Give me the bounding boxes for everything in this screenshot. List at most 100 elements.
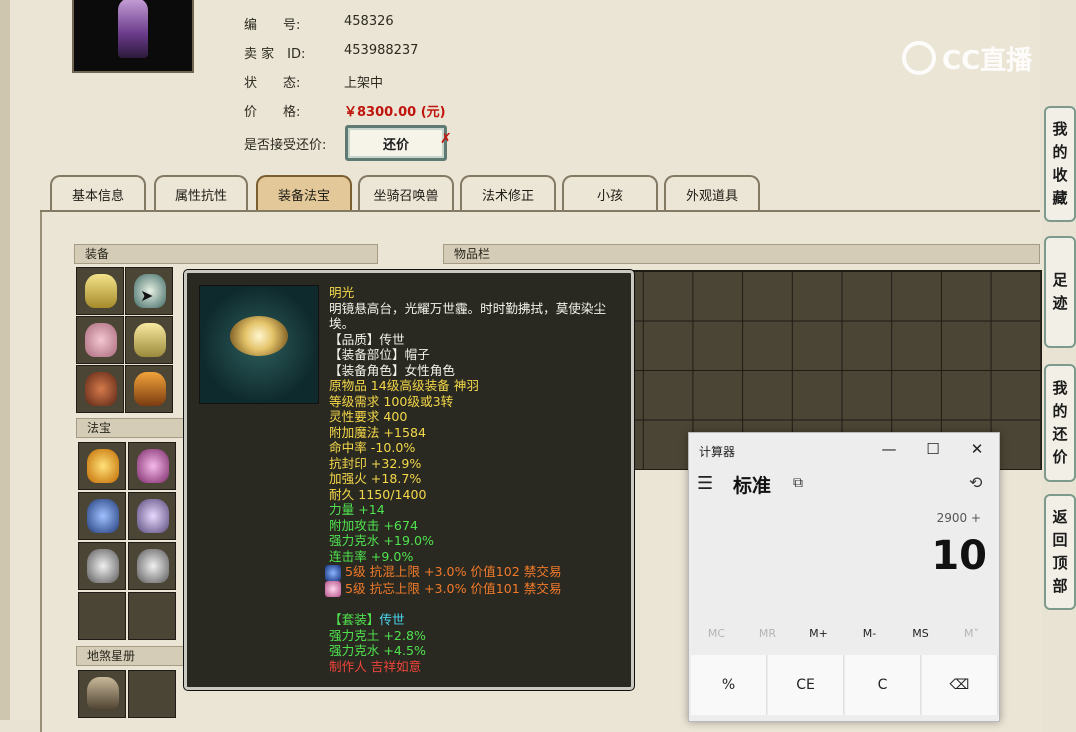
treasure-slot[interactable]	[78, 492, 126, 540]
listing-id-label: 编 号:	[244, 18, 301, 33]
history-icon[interactable]: ⟲	[969, 473, 982, 492]
equipment-slot[interactable]	[76, 365, 124, 413]
equipment-slot[interactable]	[76, 267, 124, 315]
item-level-req: 等级需求 100级或3转	[329, 393, 454, 409]
side-button-char: 藏	[1052, 189, 1068, 207]
close-button[interactable]: ✕	[957, 437, 997, 461]
counter-offer-disabled-icon: ✗	[440, 131, 452, 147]
character-portrait	[72, 0, 194, 73]
crown-ornament-icon	[230, 316, 288, 356]
clear-button[interactable]: C	[845, 655, 921, 715]
tooltip-text-block: 明光 明镜悬高台，光耀万世霾。时时勤拂拭，莫使染尘 埃。 【品质】传世 【装备部…	[325, 285, 629, 674]
tab-child[interactable]: 小孩	[562, 175, 658, 211]
item-quality: 【品质】传世	[329, 331, 405, 347]
memory-subtract-button[interactable]: M-	[844, 627, 895, 640]
necklace-item-icon	[85, 372, 117, 406]
equipment-slot[interactable]	[125, 316, 173, 364]
memory-clear-button[interactable]: MC	[691, 627, 742, 640]
item-tooltip: 明光 明镜悬高台，光耀万世霾。时时勤拂拭，莫使染尘 埃。 【品质】传世 【装备部…	[184, 270, 634, 690]
side-button-char: 顶	[1052, 554, 1068, 572]
status-value: 上架中	[344, 76, 384, 91]
tab-mounts-pets[interactable]: 坐骑召唤兽	[358, 175, 454, 211]
side-button-char: 我	[1052, 120, 1068, 138]
memory-add-button[interactable]: M+	[793, 627, 844, 640]
back-to-top-button[interactable]: 返回顶部	[1044, 494, 1076, 610]
watermark-text: CC直播	[942, 45, 1033, 76]
cc-live-watermark: CC直播	[902, 40, 1032, 76]
mouse-cursor-icon: ➤	[140, 286, 154, 305]
item-slot: 【装备部位】帽子	[329, 347, 430, 362]
tab-basic-info[interactable]: 基本信息	[50, 175, 146, 211]
bonus-stat-line: 力量 +14	[329, 502, 385, 517]
star-book-slot[interactable]	[78, 670, 126, 718]
item-spirit-req: 灵性要求 400	[329, 409, 408, 424]
treasure-slot[interactable]	[78, 592, 126, 640]
hamburger-menu-icon[interactable]: ☰	[697, 473, 719, 494]
clear-entry-button[interactable]: CE	[768, 655, 844, 715]
side-button-char: 回	[1052, 531, 1068, 549]
listing-id-value: 458326	[344, 14, 394, 29]
calculator-display: 10	[931, 533, 987, 579]
price-label: 价 格:	[244, 105, 301, 120]
treasure-section-header: 法宝	[76, 418, 186, 438]
treasure-grid	[78, 442, 182, 642]
side-button-char: 的	[1052, 143, 1068, 161]
calculator-window: 计算器 — ☐ ✕ ☰ 标准 ⧉ ⟲ 2900 + 10 MC MR M+ M-…	[688, 432, 1000, 722]
item-origin: 原物品 14级高级装备 神羽	[329, 378, 479, 393]
side-button-char: 足	[1052, 271, 1068, 289]
sash-item-icon	[85, 323, 117, 357]
side-button-char: 收	[1052, 166, 1068, 184]
tab-equipment[interactable]: 装备法宝	[256, 175, 352, 211]
dress-item-icon	[134, 323, 166, 357]
bonus-stat-line: 附加攻击 +674	[329, 517, 418, 533]
stat-line: 加强火 +18.7%	[329, 471, 422, 486]
equipment-slot[interactable]	[125, 365, 173, 413]
keep-on-top-icon[interactable]: ⧉	[793, 475, 803, 491]
calculator-title: 计算器	[699, 445, 736, 459]
treasure-slot[interactable]	[128, 542, 176, 590]
star-book-grid	[78, 670, 182, 720]
my-counter-offers-button[interactable]: 我的还价	[1044, 364, 1076, 482]
set-value: 传世	[379, 612, 405, 627]
backspace-button[interactable]: ⌫	[922, 655, 998, 715]
memory-store-button[interactable]: MS	[895, 627, 946, 640]
tab-attributes[interactable]: 属性抗性	[154, 175, 248, 211]
calculator-mode-title: 标准	[733, 475, 772, 497]
blue-gem-icon	[325, 564, 341, 581]
percent-button[interactable]: %	[691, 655, 767, 715]
tooltip-item-image	[199, 285, 319, 404]
side-button-char: 价	[1052, 448, 1068, 466]
stat-line: 耐久 1150/1400	[329, 486, 427, 502]
minimize-button[interactable]: —	[869, 437, 909, 461]
footprints-button[interactable]: 足迹	[1044, 236, 1076, 348]
seller-id-value: 453988237	[344, 43, 419, 58]
memory-recall-button[interactable]: MR	[742, 627, 793, 640]
side-button-char: 返	[1052, 508, 1068, 526]
equipment-slot[interactable]	[76, 316, 124, 364]
set-stat-line: 强力克水 +4.5%	[329, 643, 426, 658]
treasure-slot[interactable]	[78, 542, 126, 590]
tab-appearance[interactable]: 外观道具	[664, 175, 760, 211]
set-stat-line: 强力克土 +2.8%	[329, 627, 426, 643]
gem-line: 5级 抗混上限 +3.0% 价值102 禁交易	[325, 564, 629, 581]
side-button-char: 迹	[1052, 294, 1068, 312]
treasure-slot[interactable]	[128, 492, 176, 540]
star-book-slot[interactable]	[128, 670, 176, 718]
status-label: 状 态:	[244, 76, 301, 91]
bonus-stat-line: 强力克水 +19.0%	[329, 533, 434, 548]
memory-list-button[interactable]: M˅	[946, 627, 997, 640]
equipment-section-header: 装备	[74, 244, 378, 264]
side-button-char: 我	[1052, 379, 1068, 397]
treasure-slot[interactable]	[78, 442, 126, 490]
my-favorites-button[interactable]: 我的收藏	[1044, 106, 1076, 222]
side-button-char: 部	[1052, 577, 1068, 595]
tab-spell-mods[interactable]: 法术修正	[460, 175, 556, 211]
cc-logo-icon	[902, 41, 936, 75]
counter-offer-button[interactable]: 还价	[345, 125, 447, 161]
maximize-button[interactable]: ☐	[913, 437, 953, 461]
gem-text: 5级 抗混上限 +3.0% 价值102 禁交易	[345, 564, 562, 579]
treasure-slot[interactable]	[128, 442, 176, 490]
lantern-item-icon	[137, 449, 169, 483]
treasure-slot[interactable]	[128, 592, 176, 640]
